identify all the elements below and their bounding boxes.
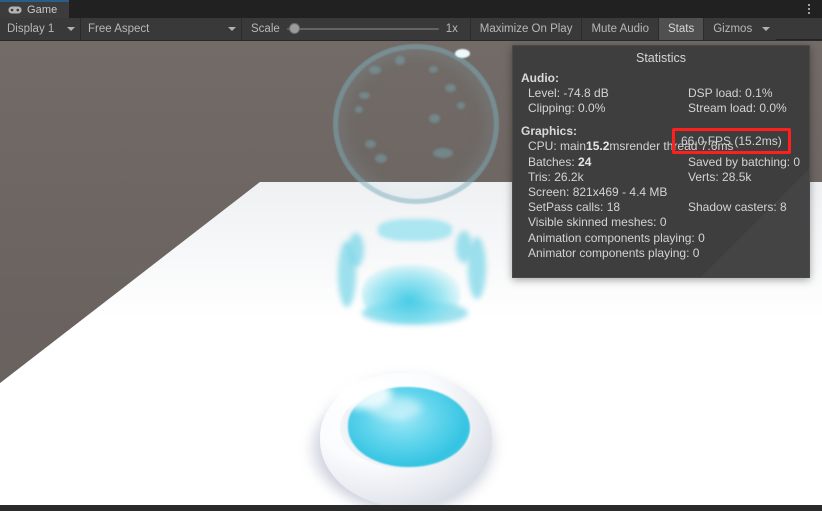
audio-clipping-value: Clipping: 0.0%: [528, 101, 606, 116]
verts-value: Verts: 28.5k: [688, 169, 752, 184]
game-viewport[interactable]: Statistics Audio: Level: -74.8 dB DSP lo…: [0, 41, 822, 505]
batches-row: Batches: 24 Saved by batching: 0: [521, 155, 809, 170]
stats-button[interactable]: Stats: [659, 17, 704, 40]
scale-slider-knob[interactable]: [288, 22, 300, 34]
bubble-highlight: [455, 49, 470, 58]
setpass-calls-value: SetPass calls: 18: [528, 200, 621, 215]
animation-components-row: Animation components playing: 0: [521, 231, 809, 246]
maximize-on-play-button[interactable]: Maximize On Play: [470, 17, 582, 40]
audio-section-heading: Audio:: [521, 71, 559, 85]
screen-value: Screen: 821x469 - 4.4 MB: [528, 185, 668, 200]
visible-skinned-meshes-row: Visible skinned meshes: 0: [521, 215, 809, 230]
statistics-panel: Statistics Audio: Level: -74.8 dB DSP lo…: [512, 45, 810, 278]
batches-value: 24: [578, 154, 592, 169]
tris-verts-row: Tris: 26.2k Verts: 28.5k: [521, 170, 809, 185]
cpu-label: CPU: main: [528, 139, 587, 154]
audio-level-value: Level: -74.8 dB: [528, 86, 609, 100]
cpu-main-value: 15.2: [586, 139, 610, 154]
tab-game-label: Game: [27, 3, 58, 16]
bowl-rim-highlight: [334, 379, 392, 409]
graphics-section-heading: Graphics:: [521, 124, 578, 139]
animation-components-value: Animation components playing: 0: [528, 230, 705, 245]
statistics-content: Audio: Level: -74.8 dB DSP load: 0.1% Cl…: [513, 71, 809, 261]
saved-by-batching-value: Saved by batching: 0: [688, 154, 801, 169]
batches-label: Batches:: [528, 154, 579, 169]
batches-cell: Batches: 24: [528, 155, 688, 170]
audio-dsp-load-value: DSP load: 0.1%: [688, 86, 773, 100]
window-bottom-strip: [0, 505, 822, 511]
aspect-ratio-dropdown[interactable]: Free Aspect: [81, 17, 241, 40]
scale-slider[interactable]: [286, 18, 439, 40]
tab-bar: Game: [0, 0, 822, 18]
mute-audio-button[interactable]: Mute Audio: [582, 17, 658, 40]
fps-readout: 66.0 FPS (15.2ms): [681, 134, 782, 148]
display-dropdown[interactable]: Display 1: [0, 17, 80, 40]
display-dropdown-label: Display 1: [7, 22, 55, 35]
scale-label: Scale: [251, 22, 280, 35]
audio-level-row: Level: -74.8 dB DSP load: 0.1%: [521, 86, 809, 101]
animator-components-row: Animator components playing: 0: [521, 246, 809, 261]
statistics-panel-title: Statistics: [635, 51, 686, 65]
animator-components-value: Animator components playing: 0: [528, 245, 700, 260]
bubble-droplets: [333, 44, 499, 204]
cpu-main-unit: ms: [609, 139, 626, 154]
bowl-with-liquid-object: [308, 371, 498, 505]
unity-game-view: Game Display 1 Free Aspect Scale 1x Maxi: [0, 0, 822, 511]
tris-value: Tris: 26.2k: [528, 169, 584, 184]
tab-game[interactable]: Game: [0, 0, 70, 18]
chevron-down-icon: [762, 26, 771, 31]
scale-control: Scale 1x: [242, 17, 470, 40]
gizmos-dropdown[interactable]: Gizmos: [704, 17, 777, 40]
splash-core: [362, 265, 460, 323]
game-view-toolbar: Display 1 Free Aspect Scale 1x Maximize …: [0, 17, 822, 40]
water-splash-object: [338, 217, 492, 329]
audio-stream-load-value: Stream load: 0.0%: [688, 101, 787, 116]
chevron-down-icon: [67, 26, 75, 31]
scale-value: 1x: [445, 22, 458, 35]
setpass-row: SetPass calls: 18 Shadow casters: 8: [521, 200, 809, 215]
splash-cap: [378, 219, 452, 241]
chevron-down-icon: [228, 26, 236, 31]
aspect-ratio-label: Free Aspect: [88, 22, 150, 35]
tab-bar-spacer: [69, 0, 796, 18]
audio-clipping-row: Clipping: 0.0% Stream load: 0.0%: [521, 101, 809, 116]
gizmos-label: Gizmos: [713, 22, 753, 35]
visible-skinned-meshes-value: Visible skinned meshes: 0: [528, 215, 667, 230]
scale-slider-track: [286, 27, 439, 30]
gamepad-icon: [8, 6, 22, 14]
shadow-casters-value: Shadow casters: 8: [688, 200, 787, 215]
screen-row: Screen: 821x469 - 4.4 MB: [521, 185, 809, 200]
kebab-menu-icon[interactable]: [796, 0, 822, 18]
